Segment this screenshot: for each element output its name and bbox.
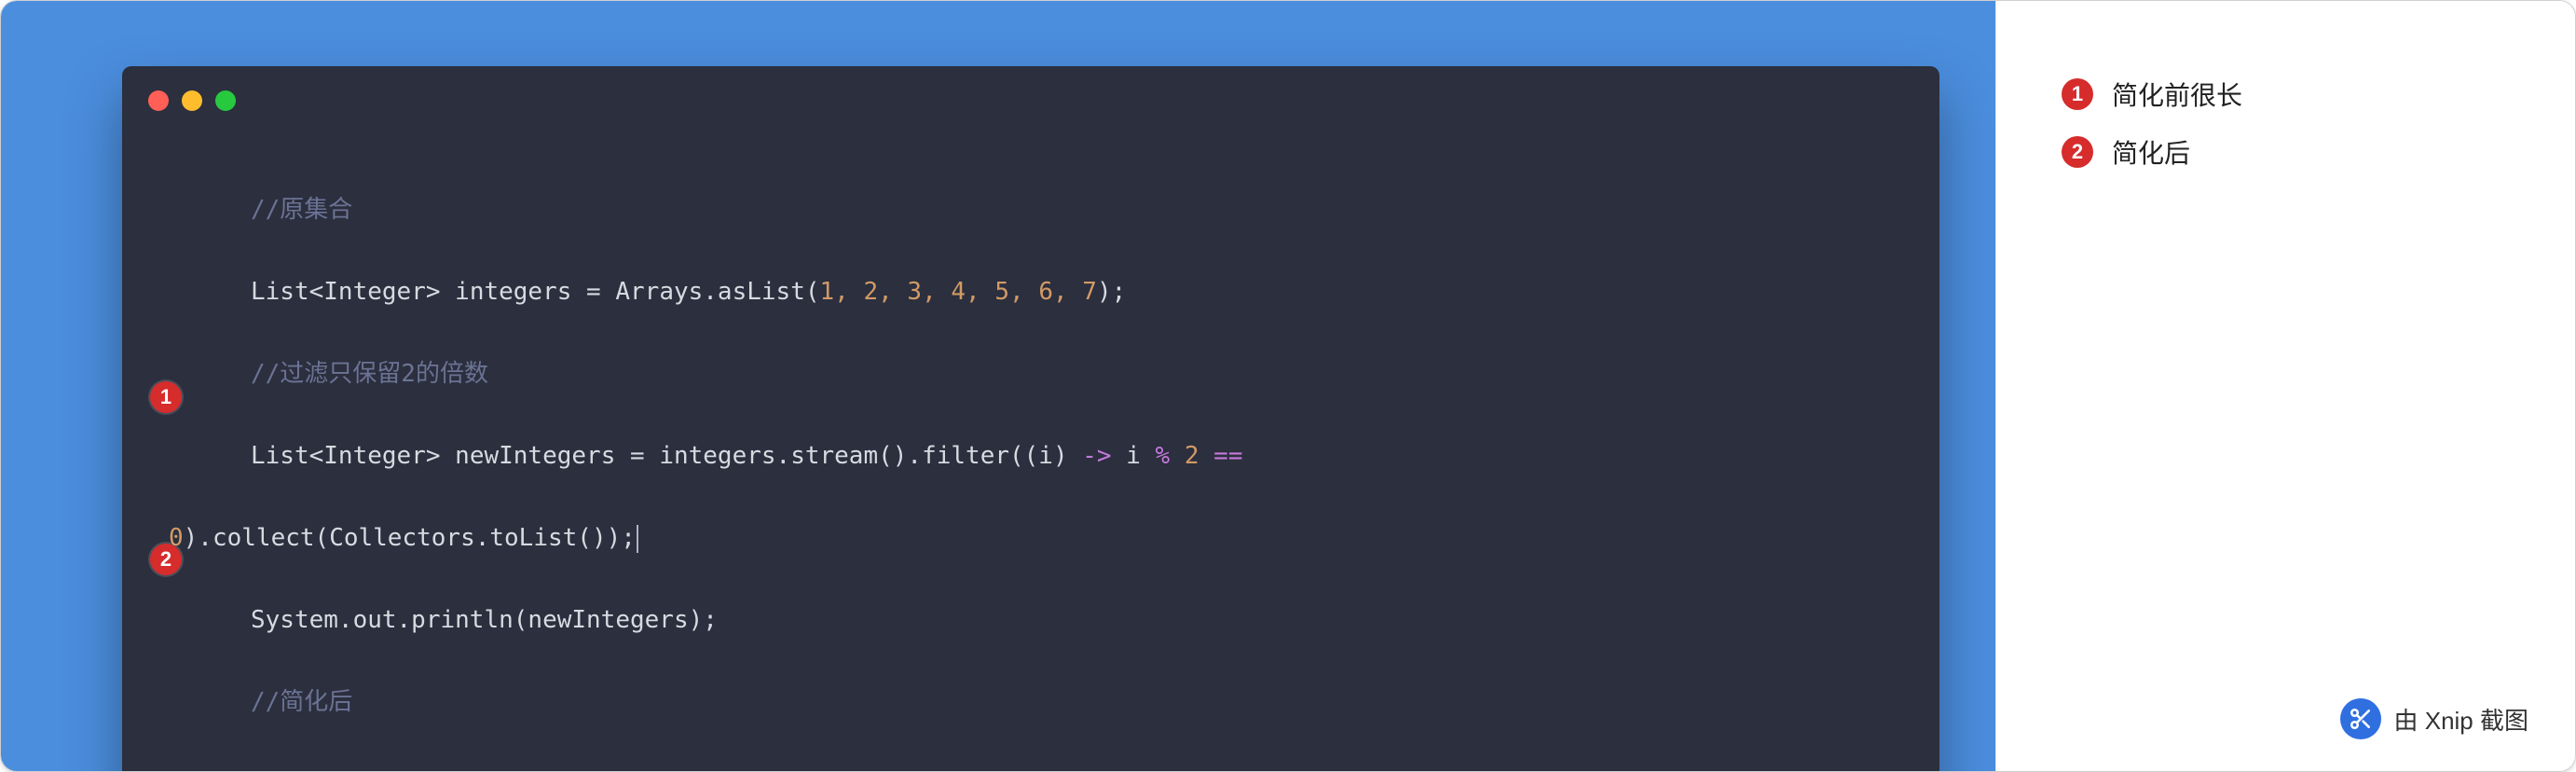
minimize-dot[interactable] — [182, 90, 202, 111]
code-text: ); — [1097, 278, 1126, 306]
legend-badge-2: 2 — [2062, 136, 2093, 168]
code-comment: //原集合 — [251, 196, 352, 224]
code-number: 2 — [1185, 442, 1199, 470]
maximize-dot[interactable] — [215, 90, 236, 111]
annotation-badge-1: 1 — [150, 381, 182, 413]
code-text: List — [251, 278, 309, 306]
legend-panel: 1 简化前很长 2 简化后 由 Xnip 截图 — [1995, 1, 2575, 771]
code-operator: % — [1156, 442, 1171, 470]
annotation-badge-2: 2 — [150, 544, 182, 575]
legend-item-1: 1 简化前很长 — [2062, 76, 2519, 113]
blue-panel: //原集合 List<Integer> integers = Arrays.as… — [1, 1, 1995, 771]
window-titlebar — [122, 66, 1939, 120]
screenshot-container: //原集合 List<Integer> integers = Arrays.as… — [0, 0, 2576, 772]
code-text — [1199, 442, 1214, 470]
legend-badge-1: 1 — [2062, 78, 2093, 110]
code-text: System.out.println(newIntegers); — [251, 606, 718, 634]
code-text — [1170, 442, 1185, 470]
code-editor: //原集合 List<Integer> integers = Arrays.as… — [122, 66, 1939, 772]
legend-text-2: 简化后 — [2112, 133, 2190, 171]
text-cursor — [637, 525, 638, 553]
code-text: integers = Arrays.asList( — [441, 278, 820, 306]
code-number: 1, 2, 3, 4, 5, 6, 7 — [820, 278, 1097, 306]
close-dot[interactable] — [148, 90, 169, 111]
code-text: <Integer> — [309, 442, 441, 470]
xnip-text: 由 Xnip 截图 — [2394, 702, 2529, 737]
legend-item-2: 2 简化后 — [2062, 133, 2519, 171]
xnip-watermark: 由 Xnip 截图 — [2340, 698, 2529, 739]
code-comment: //过滤只保留2的倍数 — [251, 360, 488, 388]
code-block: //原集合 List<Integer> integers = Arrays.as… — [122, 120, 1939, 772]
scissors-icon — [2340, 698, 2381, 739]
code-text: List — [251, 442, 309, 470]
code-text: ).collect(Collectors.toList()); — [184, 524, 636, 552]
code-operator: -> — [1082, 442, 1111, 470]
code-text: newIntegers = integers.stream().filter((… — [441, 442, 1083, 470]
code-operator: == — [1213, 442, 1242, 470]
code-text: i — [1112, 442, 1156, 470]
code-comment: //简化后 — [251, 688, 352, 716]
code-text: <Integer> — [309, 278, 441, 306]
legend-text-1: 简化前很长 — [2112, 76, 2242, 113]
